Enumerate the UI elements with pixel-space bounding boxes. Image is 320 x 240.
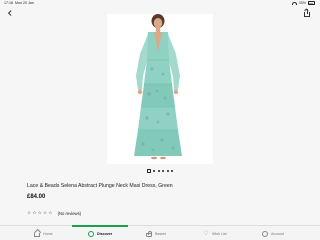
back-button[interactable]	[6, 9, 14, 17]
tab-label: Home	[43, 232, 53, 236]
heart-icon: ♡	[203, 231, 209, 237]
star-icon: ☆	[32, 210, 37, 216]
pager-dot-3[interactable]	[157, 169, 160, 173]
chevron-left-icon	[8, 10, 14, 16]
tab-discover[interactable]: Discover	[88, 229, 112, 239]
status-indicators: 33%	[291, 1, 315, 5]
tab-label: Account	[271, 232, 284, 236]
pager-dot-2[interactable]	[153, 169, 156, 173]
product-image[interactable]	[107, 14, 213, 164]
status-date: Mon 20 Jan	[15, 1, 34, 5]
dress-photo	[107, 14, 213, 164]
tab-bar: Home Discover Basket ♡ Wish List Account	[0, 225, 320, 240]
tab-account[interactable]: Account	[262, 229, 284, 239]
pager-dot-4[interactable]	[162, 169, 165, 173]
tab-label: Basket	[155, 232, 166, 236]
pager-dot-1[interactable]	[146, 169, 151, 173]
image-pager[interactable]	[0, 169, 320, 173]
account-icon	[262, 231, 268, 237]
share-button[interactable]	[303, 8, 312, 17]
review-count: (No reviews)	[57, 211, 82, 216]
product-rating[interactable]: ☆ ☆ ☆ ☆ ☆ (No reviews)	[27, 211, 81, 216]
star-icon: ☆	[27, 210, 32, 216]
status-bar: 17:16 Mon 20 Jan 33%	[0, 0, 320, 6]
wifi-icon	[291, 1, 297, 5]
status-time: 17:16	[4, 1, 13, 5]
battery-percent: 33%	[298, 1, 306, 5]
active-tab-indicator	[72, 225, 128, 227]
tab-label: Wish List	[212, 232, 227, 236]
star-icon: ☆	[37, 210, 42, 216]
tab-basket[interactable]: Basket	[146, 229, 166, 239]
star-icon: ☆	[42, 210, 48, 216]
battery-icon	[308, 1, 315, 5]
product-title: Lace & Beads Selena Abstract Plunge Neck…	[27, 183, 173, 189]
pager-dot-6[interactable]	[171, 169, 174, 173]
tab-home[interactable]: Home	[34, 229, 53, 239]
home-icon	[34, 233, 40, 237]
tab-label: Discover	[97, 232, 113, 236]
star-icon: ☆	[48, 210, 53, 216]
basket-icon	[146, 231, 153, 237]
pager-dot-5[interactable]	[166, 169, 169, 173]
tab-wish-list[interactable]: ♡ Wish List	[203, 229, 227, 239]
discover-icon	[88, 231, 94, 237]
product-price: £84.00	[27, 194, 46, 200]
